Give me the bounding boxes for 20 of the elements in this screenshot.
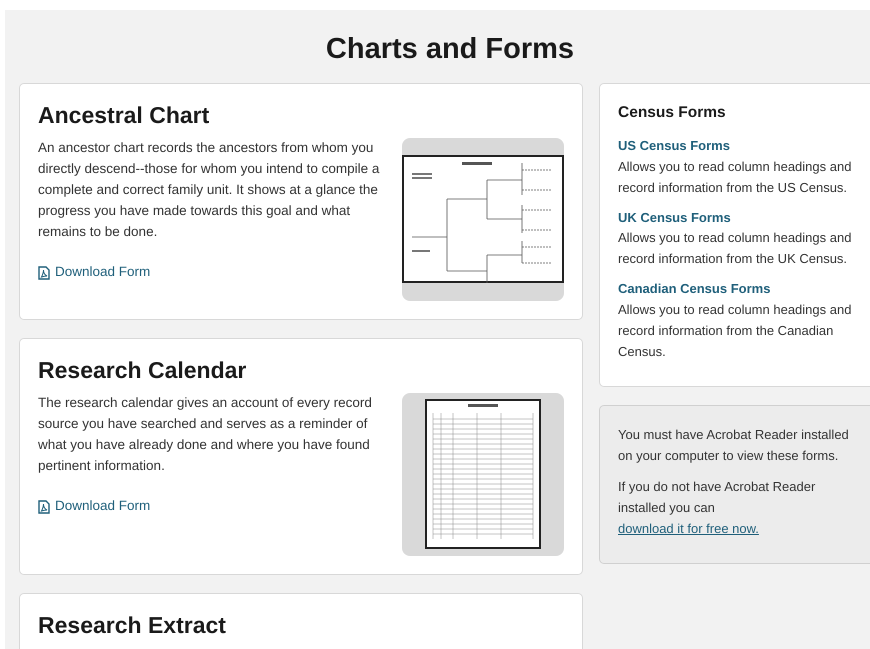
census-description: Allows you to read column headings and record information from the Canadian Census. (618, 300, 852, 361)
form-title: Research Extract (38, 612, 226, 640)
census-link[interactable]: Canadian Census Forms (618, 279, 770, 299)
notice-text: You must have Acrobat Reader installed on your computer to view these forms. (618, 426, 850, 465)
form-description: An ancestor chart records the ancestors from whom you directly descend--those for whom you intend to compile a complete and correct family unit. It shows at a glance the progress you have made towards this goal and what remains to be done. (38, 139, 380, 242)
form-title: Ancestral Chart (38, 102, 210, 130)
census-description: Allows you to read column headings and record information from the US Census. (618, 158, 852, 197)
download-form-link[interactable]: Download Form (38, 262, 150, 283)
form-title: Research Calendar (38, 356, 248, 384)
pdf-file-icon (38, 500, 50, 514)
census-link[interactable]: UK Census Forms (618, 208, 731, 228)
page-title: Charts and Forms (324, 32, 576, 67)
download-form-link[interactable]: Download Form (38, 496, 150, 517)
download-reader-link[interactable]: download it for free now. (618, 520, 759, 536)
census-description: Allows you to read column headings and record information from the UK Census. (618, 229, 852, 268)
census-link[interactable]: US Census Forms (618, 136, 730, 156)
pdf-file-icon (38, 266, 50, 280)
notice-text: If you do not have Acrobat Reader installed you can download it for free now. (618, 478, 816, 538)
form-description: The research calendar gives an account of every record source you have searched and serves as a reminder of what you have already done and where you have found pertinent information. (38, 394, 373, 476)
census-heading: Census Forms (618, 104, 727, 122)
